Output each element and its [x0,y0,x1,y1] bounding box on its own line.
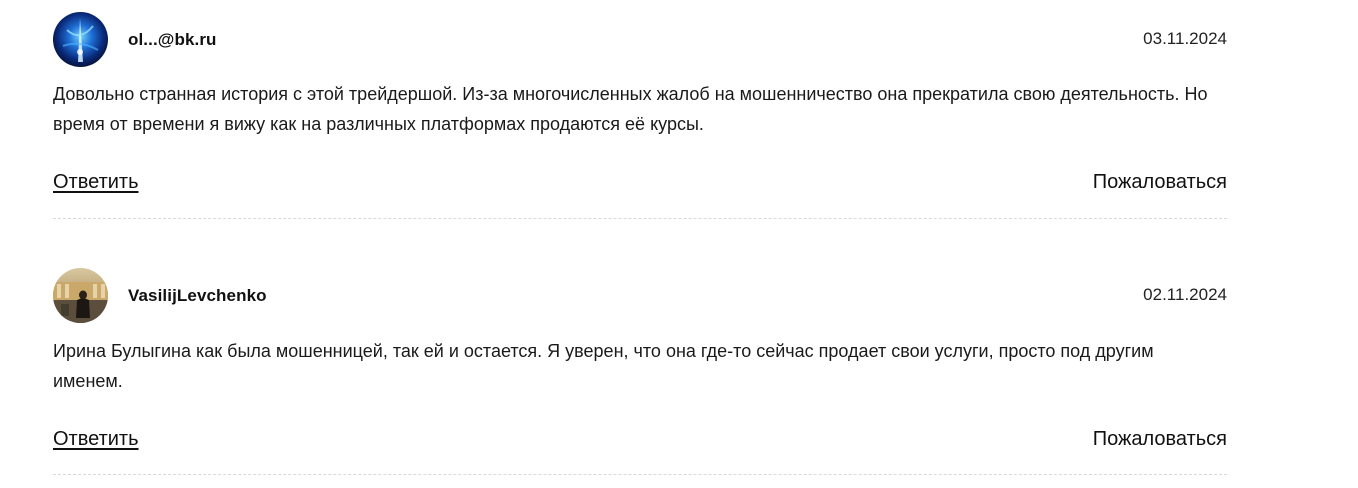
report-link[interactable]: Пожаловаться [1093,171,1227,194]
comment-actions: Ответить Пожаловаться [53,428,1227,454]
comment-text: Довольно странная история с этой трейдер… [53,84,1208,134]
comment-divider [53,474,1227,475]
comment-divider [53,218,1227,219]
comment-actions: Ответить Пожаловаться [53,171,1227,197]
avatar-image [53,12,108,67]
comment-header: VasilijLevchenko 02.11.2024 [53,268,1227,324]
comment-date: 03.11.2024 [1143,29,1227,48]
avatar[interactable] [53,268,108,323]
author-name: ol...@bk.ru [128,30,217,49]
avatar-image [53,268,108,323]
comments-list: ol...@bk.ru 03.11.2024 Довольно странная… [0,0,1358,488]
comment-header: ol...@bk.ru 03.11.2024 [53,12,1227,68]
comment-item: ol...@bk.ru 03.11.2024 Довольно странная… [53,12,1227,219]
comment-text: Ирина Булыгина как была мошенницей, так … [53,341,1154,391]
avatar[interactable] [53,12,108,67]
comment-date: 02.11.2024 [1143,285,1227,304]
comment-item: VasilijLevchenko 02.11.2024 Ирина Булыги… [53,268,1227,475]
reply-link[interactable]: Ответить [53,428,139,451]
author-name: VasilijLevchenko [128,286,267,305]
report-link[interactable]: Пожаловаться [1093,428,1227,451]
reply-link[interactable]: Ответить [53,171,139,194]
